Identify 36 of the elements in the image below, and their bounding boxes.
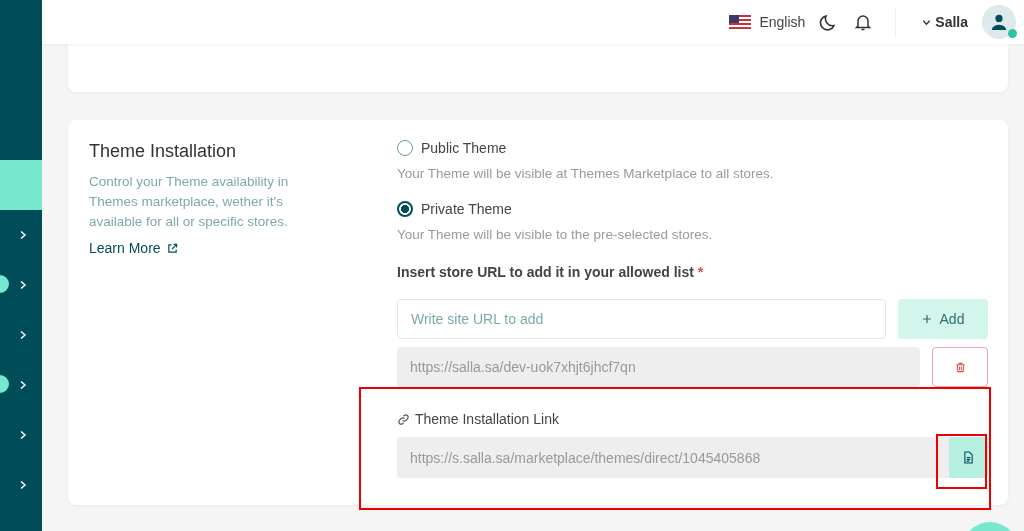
learn-more-link[interactable]: Learn More bbox=[89, 240, 178, 256]
chevron-right-icon bbox=[18, 480, 28, 490]
chevron-right-icon bbox=[18, 380, 28, 390]
section-title: Theme Installation bbox=[89, 141, 238, 162]
chevron-right-icon bbox=[18, 430, 28, 440]
radio-label: Private Theme bbox=[421, 201, 512, 217]
user-menu-button[interactable]: Salla bbox=[922, 14, 968, 30]
installation-link-text: https://s.salla.sa/marketplace/themes/direct/1045405868 bbox=[410, 449, 761, 466]
person-icon bbox=[990, 13, 1008, 31]
chevron-right-icon bbox=[18, 280, 28, 290]
chevron-right-icon bbox=[18, 330, 28, 340]
radio-button[interactable] bbox=[397, 201, 413, 217]
external-link-icon bbox=[166, 242, 178, 254]
bell-icon[interactable] bbox=[853, 12, 874, 32]
us-flag-icon bbox=[729, 15, 752, 29]
radio-option[interactable]: Public Theme bbox=[397, 140, 988, 156]
delete-button[interactable] bbox=[932, 347, 988, 387]
radio-label: Public Theme bbox=[421, 140, 507, 156]
field-label: Insert store URL to add it in your allowed list bbox=[397, 264, 694, 280]
field-label: Theme Installation Link bbox=[415, 411, 559, 427]
store-url-field: https://salla.sa/dev-uok7xhjt6jhcf7qn bbox=[397, 347, 920, 387]
link-icon bbox=[397, 412, 410, 426]
chevron-right-icon bbox=[18, 230, 28, 240]
option-hint: Your Theme will be visible at Themes Marketplace to all stores. bbox=[397, 166, 775, 181]
plus-icon bbox=[921, 314, 932, 324]
document-icon bbox=[963, 451, 974, 464]
add-button[interactable]: Add bbox=[898, 299, 988, 339]
trash-icon bbox=[954, 361, 966, 373]
url-input-field[interactable]: Write site URL to add bbox=[397, 299, 886, 339]
language-button[interactable]: English bbox=[729, 14, 806, 30]
avatar[interactable] bbox=[982, 5, 1016, 39]
section-description: Control your Theme availability in Themes marketplace, wether it's available for all or specific stores. bbox=[89, 173, 290, 231]
required-mark: * bbox=[697, 264, 704, 280]
option-hint: Your Theme will be visible to the pre-selected stores. bbox=[397, 227, 714, 242]
copy-button[interactable] bbox=[949, 437, 988, 478]
radio-option[interactable]: Private Theme bbox=[397, 201, 988, 217]
